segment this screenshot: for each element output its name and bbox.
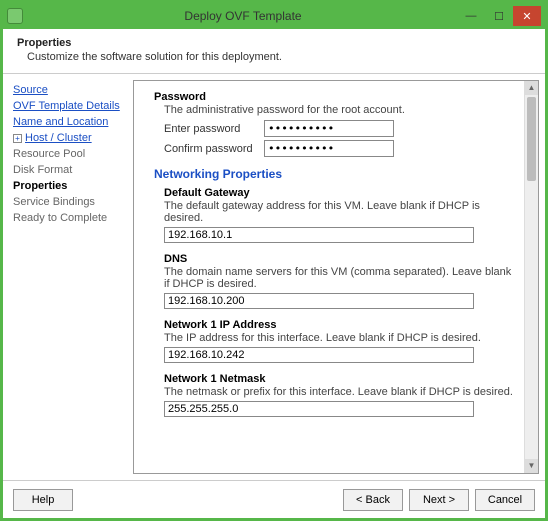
- ip-address-desc: The IP address for this interface. Leave…: [164, 332, 514, 344]
- netmask-property: Network 1 Netmask The netmask or prefix …: [154, 373, 514, 417]
- scrollbar-thumb[interactable]: [527, 97, 536, 181]
- deploy-ovf-window: Deploy OVF Template ― ☐ ✕ Properties Cus…: [0, 0, 548, 521]
- step-properties: Properties: [13, 178, 129, 194]
- back-button[interactable]: < Back: [343, 489, 403, 511]
- ip-address-property: Network 1 IP Address The IP address for …: [154, 319, 514, 363]
- minimize-button[interactable]: ―: [457, 6, 485, 26]
- networking-category-title: Networking Properties: [154, 167, 514, 181]
- titlebar[interactable]: Deploy OVF Template ― ☐ ✕: [3, 3, 545, 29]
- confirm-password-label: Confirm password: [164, 143, 264, 155]
- page-title: Properties: [17, 37, 531, 49]
- window-title: Deploy OVF Template: [29, 9, 457, 23]
- netmask-input[interactable]: [164, 401, 474, 417]
- expand-icon[interactable]: +: [13, 134, 22, 143]
- default-gateway-property: Default Gateway The default gateway addr…: [154, 187, 514, 243]
- next-button[interactable]: Next >: [409, 489, 469, 511]
- default-gateway-desc: The default gateway address for this VM.…: [164, 200, 514, 224]
- netmask-title: Network 1 Netmask: [164, 373, 514, 385]
- enter-password-label: Enter password: [164, 123, 264, 135]
- wizard-footer: Help < Back Next > Cancel: [3, 480, 545, 518]
- properties-panel: Password The administrative password for…: [133, 80, 539, 474]
- step-ovf-details[interactable]: OVF Template Details: [13, 98, 129, 114]
- confirm-password-input[interactable]: [264, 140, 394, 157]
- enter-password-input[interactable]: [264, 120, 394, 137]
- dns-title: DNS: [164, 253, 514, 265]
- step-ready-to-complete: Ready to Complete: [13, 210, 129, 226]
- dns-property: DNS The domain name servers for this VM …: [154, 253, 514, 309]
- step-host-cluster[interactable]: +Host / Cluster: [13, 130, 129, 146]
- maximize-button[interactable]: ☐: [485, 6, 513, 26]
- scroll-down-icon[interactable]: ▼: [525, 459, 538, 473]
- ip-address-title: Network 1 IP Address: [164, 319, 514, 331]
- vertical-scrollbar[interactable]: ▲ ▼: [524, 81, 538, 473]
- page-subtitle: Customize the software solution for this…: [17, 49, 531, 63]
- scroll-up-icon[interactable]: ▲: [525, 81, 538, 95]
- ip-address-input[interactable]: [164, 347, 474, 363]
- step-source[interactable]: Source: [13, 82, 129, 98]
- wizard-steps-sidebar: Source OVF Template Details Name and Loc…: [3, 74, 133, 480]
- vsphere-icon: [7, 8, 23, 24]
- dns-desc: The domain name servers for this VM (com…: [164, 266, 514, 290]
- wizard-body: Source OVF Template Details Name and Loc…: [3, 74, 545, 480]
- step-service-bindings: Service Bindings: [13, 194, 129, 210]
- step-disk-format: Disk Format: [13, 162, 129, 178]
- wizard-header: Properties Customize the software soluti…: [3, 29, 545, 74]
- help-button[interactable]: Help: [13, 489, 73, 511]
- step-name-and-location[interactable]: Name and Location: [13, 114, 129, 130]
- close-button[interactable]: ✕: [513, 6, 541, 26]
- default-gateway-title: Default Gateway: [164, 187, 514, 199]
- password-section-title: Password: [154, 91, 514, 103]
- default-gateway-input[interactable]: [164, 227, 474, 243]
- cancel-button[interactable]: Cancel: [475, 489, 535, 511]
- netmask-desc: The netmask or prefix for this interface…: [164, 386, 514, 398]
- step-resource-pool: Resource Pool: [13, 146, 129, 162]
- password-section-desc: The administrative password for the root…: [164, 104, 514, 116]
- properties-scroll-area[interactable]: Password The administrative password for…: [134, 81, 524, 473]
- dns-input[interactable]: [164, 293, 474, 309]
